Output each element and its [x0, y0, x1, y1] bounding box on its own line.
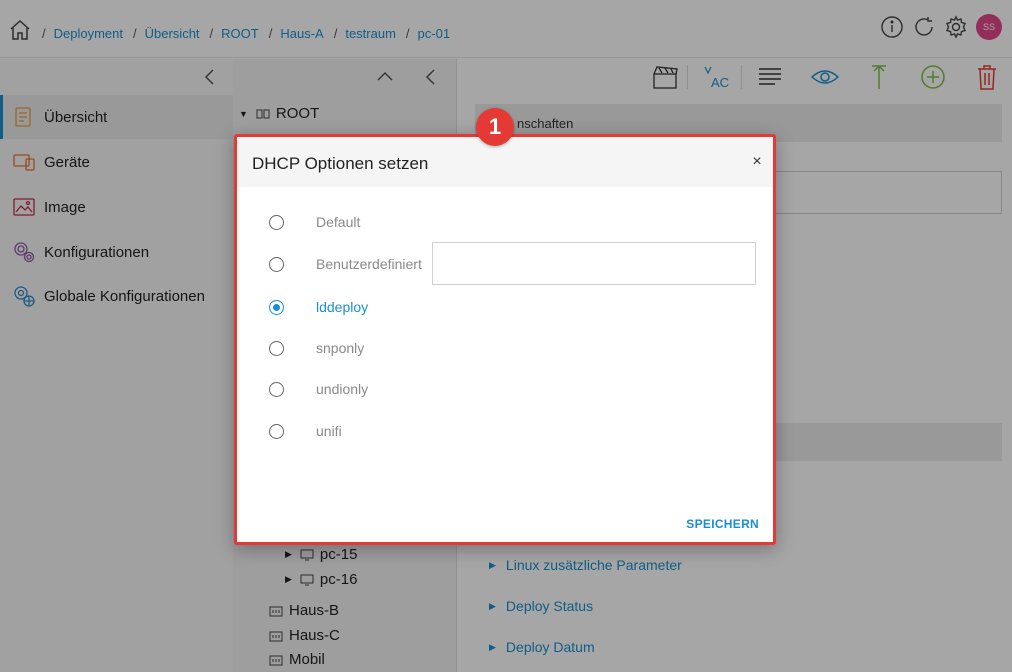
radio-undionly[interactable]	[269, 382, 284, 397]
option-default[interactable]: Default	[237, 208, 773, 238]
radio-lddeploy[interactable]	[269, 300, 284, 315]
option-unifi[interactable]: unifi	[237, 417, 773, 447]
custom-dhcp-input[interactable]	[432, 242, 756, 285]
option-undionly[interactable]: undionly	[237, 375, 773, 405]
close-icon[interactable]: ×	[749, 154, 765, 170]
dhcp-options-dialog: DHCP Optionen setzen × Default Benutzerd…	[234, 134, 776, 545]
option-snponly[interactable]: snponly	[237, 334, 773, 364]
radio-default[interactable]	[269, 215, 284, 230]
dialog-title: DHCP Optionen setzen	[252, 154, 429, 173]
option-label: unifi	[316, 423, 342, 439]
radio-unifi[interactable]	[269, 424, 284, 439]
option-label: lddeploy	[316, 299, 369, 315]
save-button[interactable]: SPEICHERN	[686, 517, 759, 531]
radio-benutzerdefiniert[interactable]	[269, 257, 284, 272]
option-label: Default	[316, 214, 361, 230]
dialog-header: DHCP Optionen setzen ×	[237, 137, 773, 187]
option-label: Benutzerdefiniert	[316, 256, 422, 272]
option-label: snponly	[316, 340, 365, 356]
radio-snponly[interactable]	[269, 341, 284, 356]
option-label: undionly	[316, 381, 369, 397]
step-badge: 1	[476, 108, 514, 146]
option-lddeploy[interactable]: lddeploy	[237, 293, 773, 323]
